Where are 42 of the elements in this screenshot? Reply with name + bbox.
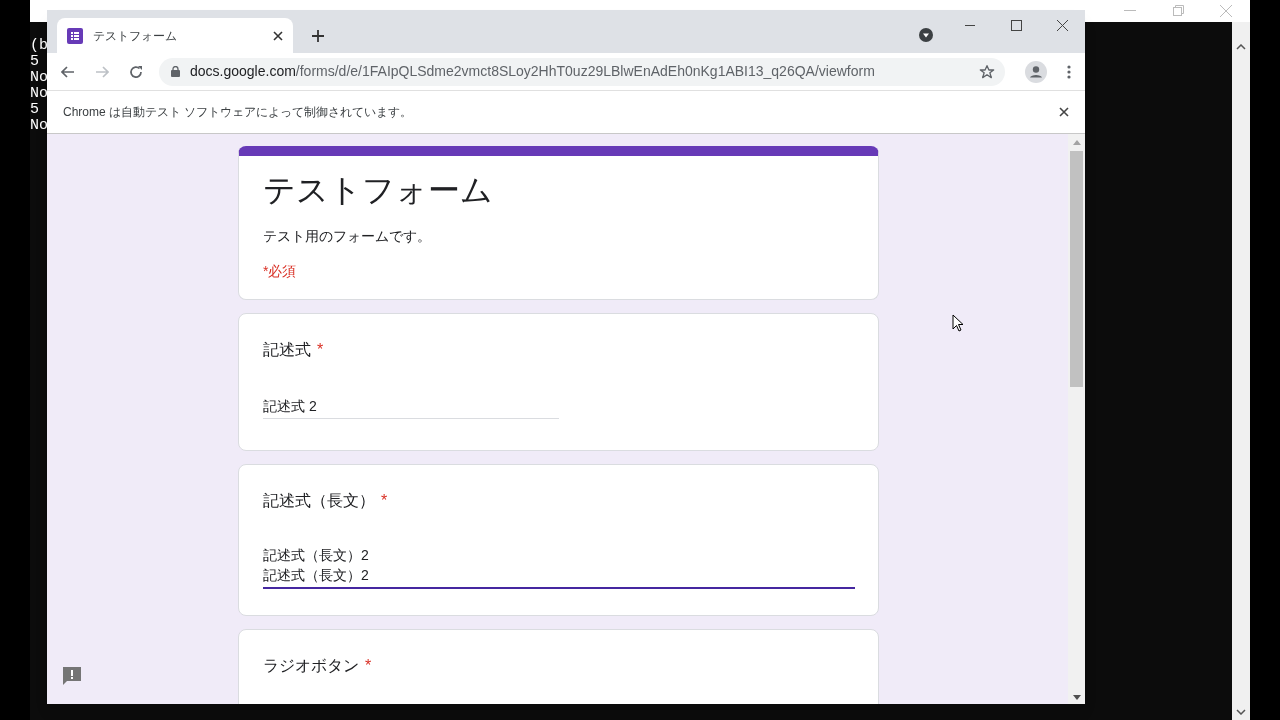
scroll-down-icon[interactable] xyxy=(1073,695,1081,700)
console-line: No xyxy=(30,118,48,134)
browser-tab[interactable]: テストフォーム xyxy=(57,18,293,53)
tab-title: テストフォーム xyxy=(93,27,178,45)
info-message: Chrome は自動テスト ソフトウェアによって制御されています。 xyxy=(63,104,414,121)
close-icon[interactable] xyxy=(1059,107,1069,117)
required-mark: * xyxy=(381,491,388,511)
lock-icon xyxy=(171,66,180,77)
scroll-down-icon[interactable] xyxy=(1236,709,1246,715)
tab-search-icon[interactable] xyxy=(919,28,933,42)
answer-field[interactable]: 記述式 2 xyxy=(263,396,559,419)
console-line: 5 xyxy=(30,54,40,70)
question-label: ラジオボタン xyxy=(263,656,359,676)
minimize-icon[interactable] xyxy=(965,25,975,27)
maximize-icon[interactable] xyxy=(1011,20,1022,31)
required-mark: * xyxy=(365,656,372,676)
address-bar[interactable]: docs.google.com/forms/d/e/1FAIpQLSdme2vmct8SLoy2HhT0uz29LBlwEnAdEh0nKg1ABI13_q26QA/viewform xyxy=(159,57,1005,86)
new-tab-icon[interactable] xyxy=(312,30,324,42)
close-icon[interactable] xyxy=(273,30,283,41)
close-icon[interactable] xyxy=(1057,20,1068,31)
required-mark: * xyxy=(317,340,324,360)
console-line: No xyxy=(30,70,48,86)
console-line: No xyxy=(30,86,48,102)
form-title: テストフォーム xyxy=(263,171,493,210)
url-text: docs.google.com/forms/d/e/1FAIpQLSdme2vmct8SLoy2HhT0uz29LBlwEnAdEh0nKg1ABI13_q26QA/viewform xyxy=(190,62,876,81)
console-line: 5 xyxy=(30,102,40,118)
feedback-icon[interactable] xyxy=(62,666,82,686)
answer-textarea[interactable]: 記述式（長文）2 記述式（長文）2 xyxy=(263,545,855,589)
profile-icon[interactable] xyxy=(1025,60,1047,83)
mouse-cursor-icon xyxy=(952,314,964,332)
console-line: (b xyxy=(30,38,48,54)
scrollbar-thumb[interactable] xyxy=(1070,151,1083,387)
question-label: 記述式（長文） xyxy=(263,491,375,511)
form-description: テスト用のフォームです。 xyxy=(263,227,431,246)
star-icon[interactable] xyxy=(979,63,995,80)
reload-icon[interactable] xyxy=(129,64,143,79)
menu-icon[interactable] xyxy=(1067,64,1071,79)
required-note: *必須 xyxy=(263,262,297,281)
question-label: 記述式 xyxy=(263,340,311,360)
forms-icon xyxy=(67,27,83,44)
back-icon[interactable] xyxy=(61,65,75,78)
scroll-up-icon[interactable] xyxy=(1236,44,1246,50)
